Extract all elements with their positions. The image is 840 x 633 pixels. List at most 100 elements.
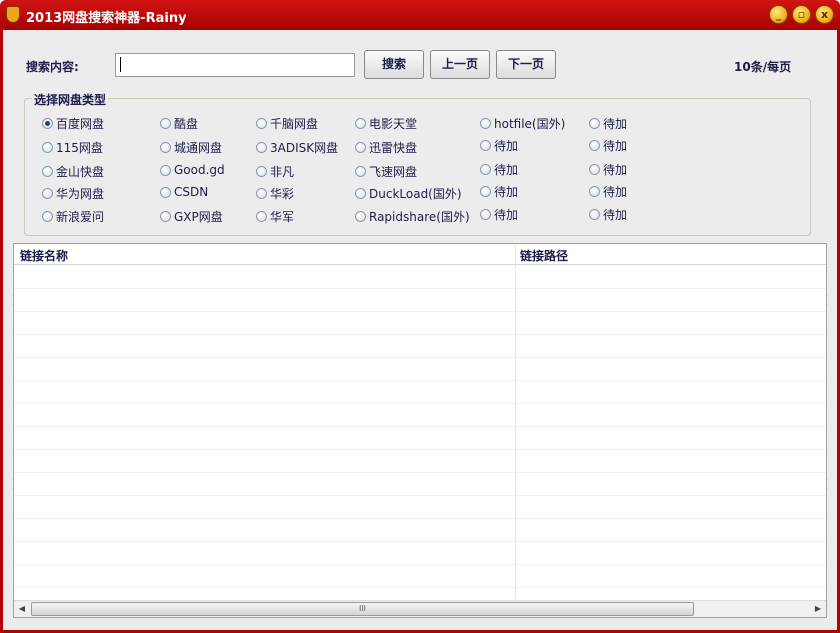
disk-radio-label: 酷盘 bbox=[174, 117, 199, 131]
radio-circle-icon bbox=[355, 166, 366, 177]
close-button[interactable]: x bbox=[815, 5, 834, 24]
scroll-left-arrow-icon[interactable]: ◀ bbox=[14, 601, 30, 617]
table-row-divider bbox=[14, 334, 826, 335]
prev-page-button[interactable]: 上一页 bbox=[430, 50, 490, 79]
table-row-divider bbox=[14, 518, 826, 519]
disk-radio[interactable]: 3ADISK网盘 bbox=[256, 139, 338, 156]
disk-radio[interactable]: 待加 bbox=[480, 137, 518, 154]
disk-radio[interactable]: 待加 bbox=[589, 206, 627, 223]
table-row-divider bbox=[14, 495, 826, 496]
table-row-divider bbox=[14, 403, 826, 404]
disk-radio[interactable]: 待加 bbox=[589, 137, 627, 154]
disk-radio[interactable]: GXP网盘 bbox=[160, 208, 223, 225]
disk-radio-label: 待加 bbox=[603, 208, 628, 222]
table-row-divider bbox=[14, 357, 826, 358]
disk-radio[interactable]: 电影天堂 bbox=[355, 115, 417, 132]
radio-circle-icon bbox=[160, 211, 171, 222]
disk-type-group-title: 选择网盘类型 bbox=[32, 91, 109, 108]
disk-radio[interactable]: 千脑网盘 bbox=[256, 115, 318, 132]
app-shield-icon bbox=[6, 6, 20, 23]
disk-radio[interactable]: 华军 bbox=[256, 208, 294, 225]
radio-circle-icon bbox=[355, 211, 366, 222]
disk-radio[interactable]: CSDN bbox=[160, 185, 208, 199]
radio-circle-icon bbox=[355, 142, 366, 153]
disk-radio[interactable]: 待加 bbox=[589, 161, 627, 178]
window-title: 2013网盘搜索神器-Rainy bbox=[26, 11, 187, 26]
disk-radio-label: 待加 bbox=[603, 117, 628, 131]
disk-radio[interactable]: 待加 bbox=[589, 183, 627, 200]
disk-radio-label: 新浪爱问 bbox=[56, 210, 105, 224]
disk-radio[interactable]: 待加 bbox=[480, 206, 518, 223]
radio-circle-icon bbox=[355, 118, 366, 129]
radio-circle-icon bbox=[256, 166, 267, 177]
radio-circle-icon bbox=[589, 118, 600, 129]
search-input[interactable] bbox=[115, 53, 355, 77]
disk-radio[interactable]: 非凡 bbox=[256, 163, 294, 180]
search-label: 搜索内容: bbox=[26, 60, 79, 74]
disk-radio[interactable]: 华彩 bbox=[256, 185, 294, 202]
disk-radio-label: 华彩 bbox=[270, 187, 295, 201]
disk-radio[interactable]: 待加 bbox=[480, 183, 518, 200]
disk-radio[interactable]: 新浪爱问 bbox=[42, 208, 104, 225]
disk-radio[interactable]: 待加 bbox=[589, 115, 627, 132]
next-page-button[interactable]: 下一页 bbox=[496, 50, 556, 79]
radio-circle-icon bbox=[160, 186, 171, 198]
column-header-path[interactable]: 链接路径 bbox=[520, 247, 568, 264]
table-row-divider bbox=[14, 587, 826, 588]
table-row-divider bbox=[14, 426, 826, 427]
disk-radio-label: hotfile(国外) bbox=[494, 117, 566, 131]
disk-radio-label: 华为网盘 bbox=[56, 187, 105, 201]
disk-radio-label: DuckLoad(国外) bbox=[369, 187, 462, 201]
radio-circle-icon bbox=[256, 188, 267, 199]
disk-radio[interactable]: 华为网盘 bbox=[42, 185, 104, 202]
disk-radio-label: 待加 bbox=[494, 163, 519, 177]
disk-radio-label: 迅雷快盘 bbox=[369, 141, 418, 155]
results-table: 链接名称 链接路径 ◀ III ▶ bbox=[13, 243, 827, 618]
disk-radio[interactable]: 飞速网盘 bbox=[355, 163, 417, 180]
table-row-divider bbox=[14, 472, 826, 473]
disk-radio-label: 千脑网盘 bbox=[270, 117, 319, 131]
disk-radio-label: 金山快盘 bbox=[56, 165, 105, 179]
disk-radio-label: 百度网盘 bbox=[56, 117, 105, 131]
search-button[interactable]: 搜索 bbox=[364, 50, 424, 79]
radio-circle-icon bbox=[256, 118, 267, 129]
table-row-divider bbox=[14, 288, 826, 289]
column-header-name[interactable]: 链接名称 bbox=[20, 247, 68, 264]
radio-circle-icon bbox=[480, 164, 491, 175]
radio-circle-icon bbox=[480, 209, 491, 220]
disk-radio[interactable]: 百度网盘 bbox=[42, 115, 104, 132]
horizontal-scrollbar[interactable]: ◀ III ▶ bbox=[14, 600, 826, 617]
disk-radio[interactable]: DuckLoad(国外) bbox=[355, 185, 462, 202]
radio-circle-icon bbox=[256, 142, 267, 153]
disk-radio-label: 待加 bbox=[603, 185, 628, 199]
disk-radio[interactable]: 金山快盘 bbox=[42, 163, 104, 180]
disk-radio-label: 电影天堂 bbox=[369, 117, 418, 131]
disk-radio-label: 城通网盘 bbox=[174, 141, 223, 155]
scroll-right-arrow-icon[interactable]: ▶ bbox=[810, 601, 826, 617]
disk-radio[interactable]: Good.gd bbox=[160, 163, 225, 177]
disk-radio[interactable]: 待加 bbox=[480, 161, 518, 178]
disk-radio[interactable]: Rapidshare(国外) bbox=[355, 208, 470, 225]
disk-radio-label: CSDN bbox=[174, 185, 209, 199]
maximize-button[interactable]: ▫ bbox=[792, 5, 811, 24]
disk-radio[interactable]: 城通网盘 bbox=[160, 139, 222, 156]
radio-circle-icon bbox=[480, 118, 491, 129]
disk-radio-label: 3ADISK网盘 bbox=[270, 141, 339, 155]
disk-radio[interactable]: 酷盘 bbox=[160, 115, 198, 132]
radio-circle-icon bbox=[589, 186, 600, 197]
disk-radio-label: 华军 bbox=[270, 210, 295, 224]
radio-circle-icon bbox=[589, 209, 600, 220]
disk-radio[interactable]: 115网盘 bbox=[42, 139, 103, 156]
text-caret bbox=[120, 57, 121, 72]
disk-radio[interactable]: hotfile(国外) bbox=[480, 115, 565, 132]
radio-circle-icon bbox=[42, 166, 53, 177]
disk-radio-label: 待加 bbox=[494, 139, 519, 153]
minimize-button[interactable]: _ bbox=[769, 5, 788, 24]
title-bar[interactable]: 2013网盘搜索神器-Rainy _ ▫ x bbox=[0, 0, 840, 30]
disk-radio[interactable]: 迅雷快盘 bbox=[355, 139, 417, 156]
disk-radio-label: GXP网盘 bbox=[174, 210, 223, 224]
table-row-divider bbox=[14, 380, 826, 381]
scroll-thumb[interactable]: III bbox=[31, 602, 694, 616]
table-row-divider bbox=[14, 541, 826, 542]
radio-circle-icon bbox=[42, 142, 53, 153]
